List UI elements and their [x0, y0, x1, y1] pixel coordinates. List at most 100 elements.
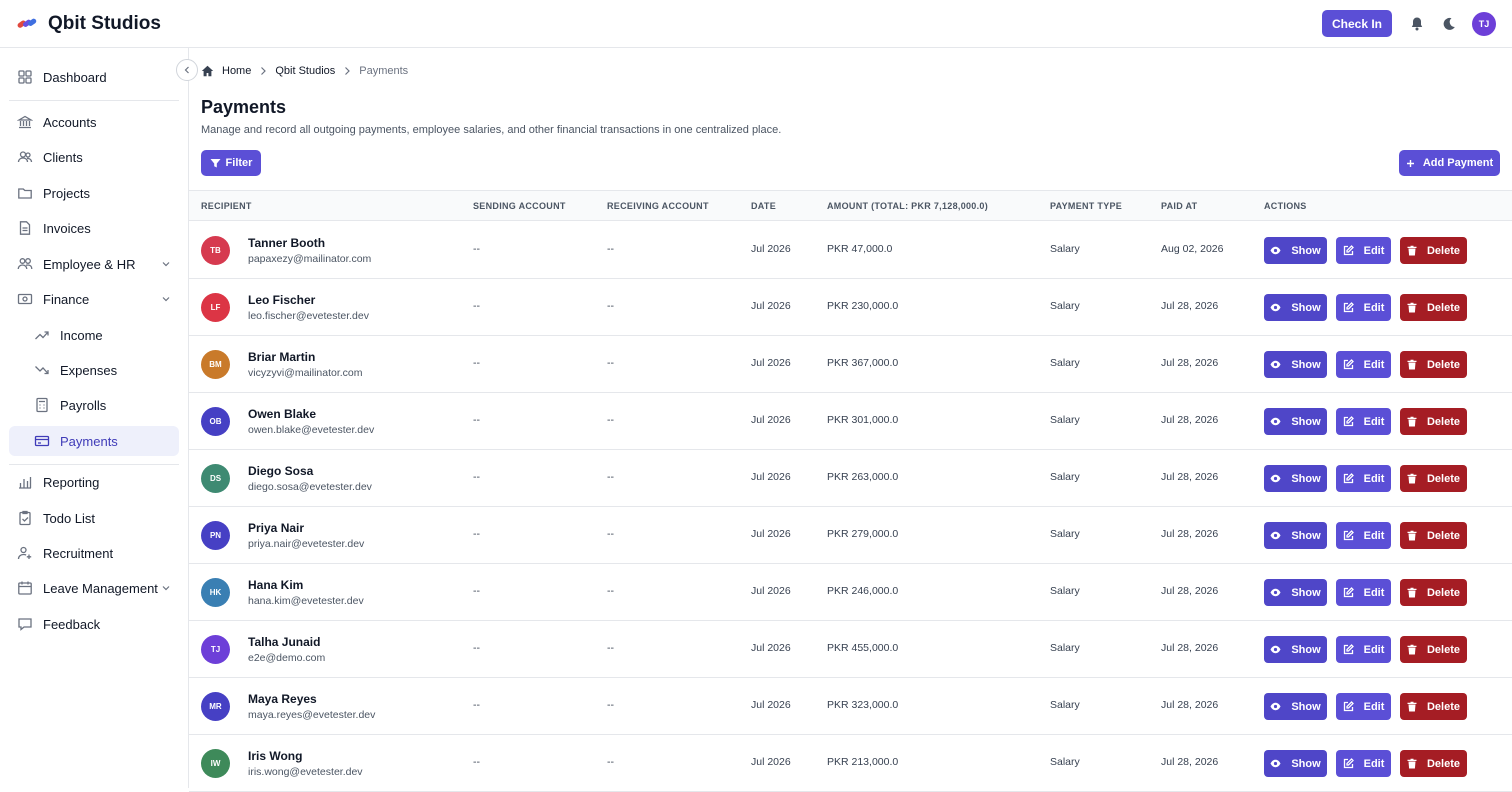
edit-button[interactable]: Edit — [1336, 408, 1391, 435]
trash-icon — [1407, 758, 1422, 769]
paid-at-cell: Jul 28, 2026 — [1161, 585, 1219, 597]
user-plus-icon — [16, 544, 34, 562]
delete-button[interactable]: Delete — [1400, 237, 1467, 264]
sidebar-item-label: Payrolls — [60, 397, 107, 413]
recipient-email: diego.sosa@evetester.dev — [248, 481, 372, 493]
receiving-account-cell: -- — [607, 699, 614, 711]
sidebar-item-expenses[interactable]: Expenses — [9, 355, 179, 385]
delete-button-label: Delete — [1426, 244, 1461, 257]
sidebar-item-payments[interactable]: Payments — [9, 426, 179, 456]
sidebar-item-invoices[interactable]: Invoices — [9, 213, 179, 243]
sidebar-item-finance[interactable]: Finance — [9, 284, 179, 314]
column-header-receiving-account[interactable]: RECEIVING ACCOUNT — [607, 201, 709, 211]
delete-button[interactable]: Delete — [1400, 294, 1467, 321]
trash-icon — [1407, 701, 1422, 712]
calculator-icon — [33, 396, 51, 414]
recipient-email: priya.nair@evetester.dev — [248, 538, 365, 550]
filter-button[interactable]: Filter — [201, 150, 261, 176]
recipient-name: Priya Nair — [248, 521, 305, 535]
date-cell: Jul 2026 — [751, 471, 791, 483]
column-header-payment-type[interactable]: PAYMENT TYPE — [1050, 201, 1122, 211]
moon-icon[interactable] — [1434, 9, 1464, 39]
brand[interactable]: Qbit Studios — [16, 13, 161, 35]
edit-button[interactable]: Edit — [1336, 693, 1391, 720]
column-header-recipient[interactable]: RECIPIENT — [201, 201, 252, 211]
edit-icon — [1343, 701, 1359, 712]
sidebar-item-todo-list[interactable]: Todo List — [9, 503, 179, 533]
show-button[interactable]: Show — [1264, 750, 1327, 777]
chevron-down-icon — [161, 294, 171, 304]
column-header-paid-at[interactable]: PAID AT — [1161, 201, 1197, 211]
edit-button[interactable]: Edit — [1336, 465, 1391, 492]
user-avatar[interactable]: TJ — [1472, 11, 1496, 36]
checklist-icon — [16, 509, 34, 527]
sidebar-item-employee-hr[interactable]: Employee & HR — [9, 249, 179, 279]
delete-button[interactable]: Delete — [1400, 693, 1467, 720]
show-button[interactable]: Show — [1264, 408, 1327, 435]
amount-cell: PKR 301,000.0 — [827, 414, 899, 426]
edit-button[interactable]: Edit — [1336, 522, 1391, 549]
paid-at-cell: Jul 28, 2026 — [1161, 300, 1219, 312]
edit-button-label: Edit — [1363, 358, 1385, 371]
breadcrumb-home[interactable]: Home — [222, 65, 251, 77]
sidebar-item-label: Dashboard — [43, 69, 107, 85]
sidebar-item-leave-management[interactable]: Leave Management — [9, 573, 179, 603]
delete-button[interactable]: Delete — [1400, 579, 1467, 606]
column-header-sending-account[interactable]: SENDING ACCOUNT — [473, 201, 566, 211]
recipient-email: leo.fischer@evetester.dev — [248, 310, 369, 322]
delete-button[interactable]: Delete — [1400, 351, 1467, 378]
sidebar-item-label: Income — [60, 327, 103, 343]
sending-account-cell: -- — [473, 699, 480, 711]
edit-button[interactable]: Edit — [1336, 237, 1391, 264]
show-button[interactable]: Show — [1264, 579, 1327, 606]
delete-button[interactable]: Delete — [1400, 465, 1467, 492]
sidebar-collapse-button[interactable] — [176, 59, 198, 81]
show-button[interactable]: Show — [1264, 351, 1327, 378]
recipient-name: Owen Blake — [248, 407, 317, 421]
table-row: IW Iris Wong iris.wong@evetester.dev -- -- Ju… — [189, 735, 1512, 792]
edit-button[interactable]: Edit — [1336, 294, 1391, 321]
chevron-right-icon — [343, 66, 351, 76]
breadcrumb-company[interactable]: Qbit Studios — [275, 65, 335, 77]
check-in-button[interactable]: Check In — [1321, 10, 1392, 37]
show-button[interactable]: Show — [1264, 693, 1327, 720]
receiving-account-cell: -- — [607, 414, 614, 426]
recipient-avatar: IW — [201, 749, 230, 778]
home-icon[interactable] — [201, 65, 214, 77]
sidebar-item-label: Invoices — [43, 220, 91, 236]
recipient-email: papaxezy@mailinator.com — [248, 253, 372, 265]
add-payment-button[interactable]: Add Payment — [1399, 150, 1500, 176]
recipient-email: owen.blake@evetester.dev — [248, 424, 375, 436]
edit-icon — [1343, 530, 1359, 541]
column-header-date[interactable]: DATE — [751, 201, 776, 211]
paid-at-cell: Jul 28, 2026 — [1161, 414, 1219, 426]
column-header-amount[interactable]: AMOUNT (TOTAL: PKR 7,128,000.0) — [827, 201, 988, 211]
show-button[interactable]: Show — [1264, 636, 1327, 663]
bell-icon[interactable] — [1402, 9, 1432, 39]
column-header-amount-total: (TOTAL: PKR 7,128,000.0) — [871, 201, 989, 211]
sidebar-item-label: Reporting — [43, 474, 100, 490]
sidebar-item-recruitment[interactable]: Recruitment — [9, 538, 179, 568]
sidebar-item-clients[interactable]: Clients — [9, 142, 179, 172]
sidebar-item-dashboard[interactable]: Dashboard — [9, 62, 179, 92]
show-button[interactable]: Show — [1264, 522, 1327, 549]
edit-button[interactable]: Edit — [1336, 579, 1391, 606]
show-button[interactable]: Show — [1264, 465, 1327, 492]
sidebar-item-feedback[interactable]: Feedback — [9, 609, 179, 639]
delete-button[interactable]: Delete — [1400, 750, 1467, 777]
delete-button[interactable]: Delete — [1400, 636, 1467, 663]
sidebar-item-accounts[interactable]: Accounts — [9, 107, 179, 137]
show-button-label: Show — [1291, 244, 1321, 257]
page-description: Manage and record all outgoing payments,… — [201, 124, 782, 136]
delete-button[interactable]: Delete — [1400, 522, 1467, 549]
sidebar-item-projects[interactable]: Projects — [9, 178, 179, 208]
delete-button[interactable]: Delete — [1400, 408, 1467, 435]
edit-button[interactable]: Edit — [1336, 750, 1391, 777]
edit-button[interactable]: Edit — [1336, 636, 1391, 663]
sidebar-item-income[interactable]: Income — [9, 320, 179, 350]
sidebar-item-reporting[interactable]: Reporting — [9, 467, 179, 497]
show-button[interactable]: Show — [1264, 237, 1327, 264]
show-button[interactable]: Show — [1264, 294, 1327, 321]
sidebar-item-payrolls[interactable]: Payrolls — [9, 390, 179, 420]
edit-button[interactable]: Edit — [1336, 351, 1391, 378]
